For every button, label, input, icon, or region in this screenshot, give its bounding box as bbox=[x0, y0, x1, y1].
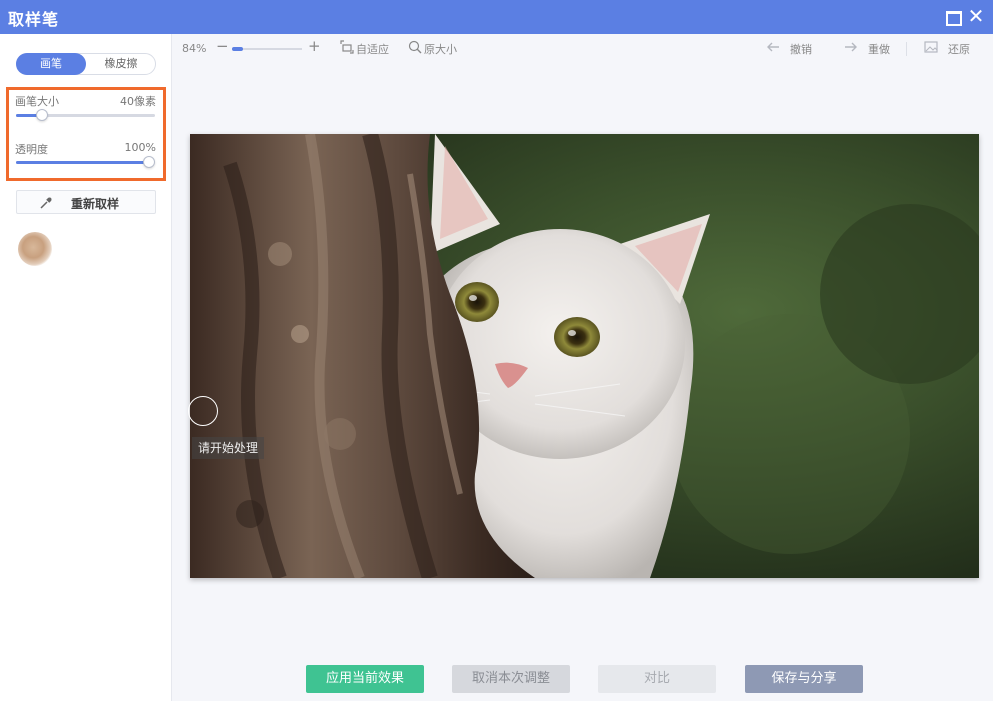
brush-eraser-toggle: 画笔 橡皮擦 bbox=[16, 53, 156, 75]
window-title: 取样笔 bbox=[8, 10, 60, 29]
zoom-in-icon[interactable]: + bbox=[308, 37, 321, 55]
start-processing-hint: 请开始处理 bbox=[192, 437, 265, 459]
tool-settings-panel: 画笔 橡皮擦 画笔大小 40像素 透明度 100% 重新取样 bbox=[0, 34, 172, 701]
opacity-slider-thumb[interactable] bbox=[143, 156, 155, 168]
brush-mode-button[interactable]: 画笔 bbox=[16, 53, 86, 75]
zoom-slider-fill bbox=[232, 47, 243, 51]
opacity-slider[interactable] bbox=[16, 156, 155, 168]
resample-button[interactable]: 重新取样 bbox=[16, 190, 156, 214]
brush-size-slider-thumb[interactable] bbox=[36, 109, 48, 121]
opacity-label: 透明度 bbox=[15, 143, 48, 156]
zoom-out-icon[interactable]: − bbox=[216, 37, 229, 55]
zoom-percentage: 84% bbox=[182, 42, 207, 55]
image-icon bbox=[924, 41, 938, 53]
opacity-slider-fill bbox=[16, 161, 149, 164]
apply-effect-button[interactable]: 应用当前效果 bbox=[306, 665, 424, 693]
close-icon[interactable]: ✕ bbox=[966, 6, 986, 26]
brush-cursor bbox=[188, 396, 218, 426]
cancel-adjustment-button[interactable]: 取消本次调整 bbox=[452, 665, 570, 693]
original-size-label: 原大小 bbox=[424, 43, 457, 56]
zoom-slider[interactable] bbox=[232, 47, 302, 51]
compare-button[interactable]: 对比 bbox=[598, 665, 716, 693]
magnifier-icon bbox=[408, 40, 422, 54]
fit-to-window-label: 自适应 bbox=[356, 43, 389, 56]
toolbar-divider bbox=[906, 42, 907, 56]
eyedropper-icon bbox=[40, 197, 52, 209]
brush-size-label: 画笔大小 bbox=[15, 95, 59, 108]
resample-button-label: 重新取样 bbox=[71, 197, 120, 211]
title-bar: 取样笔 ✕ bbox=[0, 0, 993, 34]
sampled-color-swatch bbox=[18, 232, 52, 266]
save-share-button[interactable]: 保存与分享 bbox=[745, 665, 863, 693]
canvas-toolbar: 84% − + 自适应 原大小 撤销 重做 还原 bbox=[172, 34, 993, 64]
opacity-value: 100% bbox=[124, 141, 156, 154]
brush-size-slider[interactable] bbox=[16, 109, 155, 121]
fit-screen-icon bbox=[340, 40, 354, 54]
arrow-right-icon bbox=[845, 42, 857, 52]
arrow-left-icon bbox=[767, 42, 779, 52]
editing-canvas-image[interactable] bbox=[190, 134, 979, 578]
redo-label: 重做 bbox=[868, 43, 890, 56]
maximize-icon[interactable] bbox=[943, 6, 963, 26]
undo-label: 撤销 bbox=[790, 43, 812, 56]
brush-size-value: 40像素 bbox=[120, 95, 156, 108]
cat-photo bbox=[190, 134, 979, 578]
restore-label: 还原 bbox=[948, 43, 970, 56]
eraser-mode-button[interactable]: 橡皮擦 bbox=[86, 53, 156, 75]
